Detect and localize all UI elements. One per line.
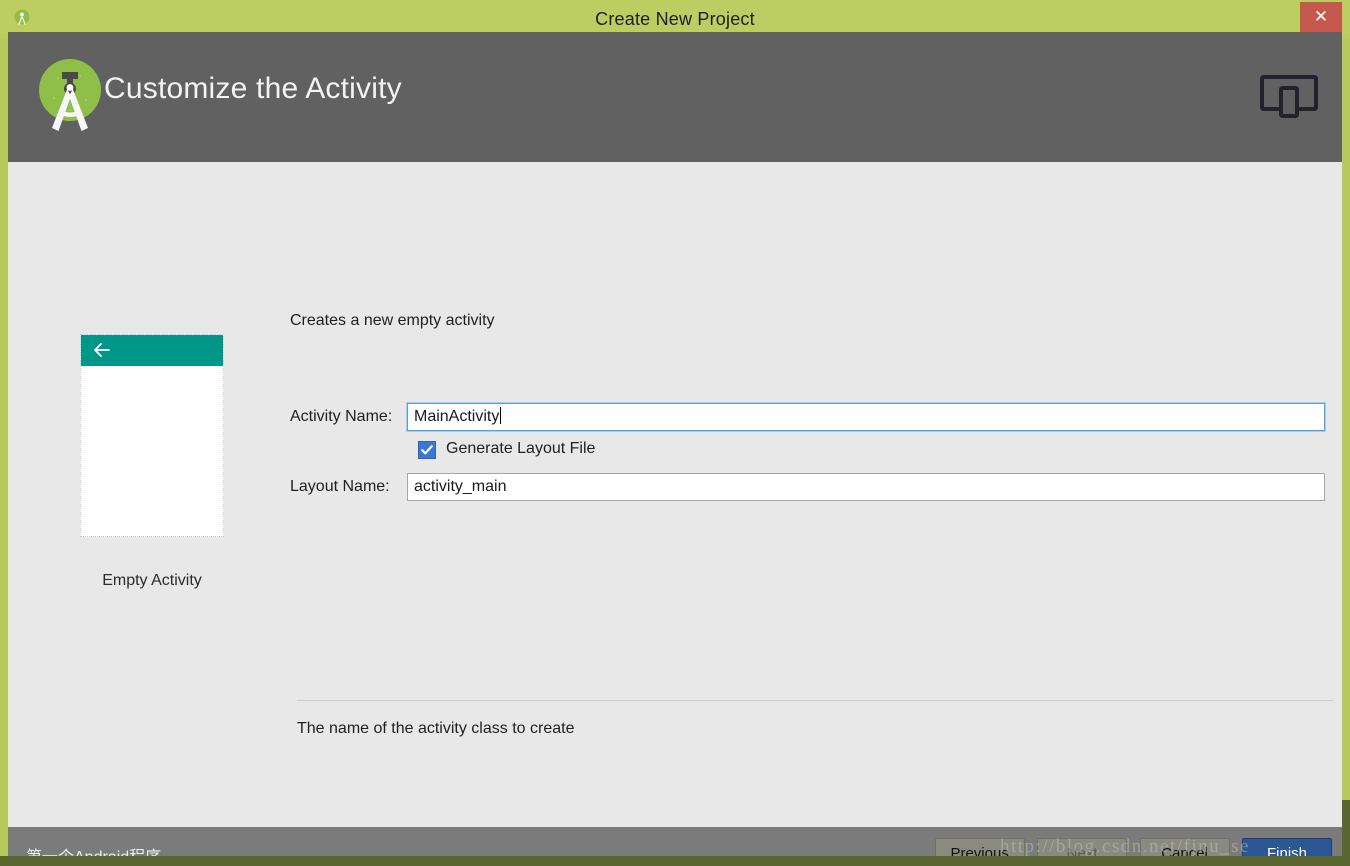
generate-layout-label: Generate Layout File <box>446 440 596 457</box>
layout-name-input[interactable]: activity_main <box>407 473 1325 501</box>
hint-separator <box>297 700 1334 701</box>
activity-name-label: Activity Name: <box>290 408 393 425</box>
empty-activity-preview[interactable] <box>80 334 224 537</box>
frame-right-edge <box>1342 800 1350 866</box>
hint-text: The name of the activity class to create <box>297 720 575 737</box>
previous-button[interactable]: Previous <box>934 838 1025 857</box>
preview-appbar <box>81 335 223 366</box>
layout-name-label: Layout Name: <box>290 478 390 495</box>
wizard-footer: 第一个Android程序 Previous Next Cancel Finish <box>8 827 1342 857</box>
activity-name-value: MainActivity <box>414 408 500 425</box>
template-label: Empty Activity <box>102 572 202 589</box>
activity-name-input[interactable]: MainActivity <box>406 402 1326 432</box>
wizard-header: Customize the Activity <box>8 32 1342 162</box>
footer-buttons: Previous Next Cancel Finish <box>927 838 1332 857</box>
create-new-project-window: Create New Project ✕ Customize the Activ… <box>0 0 1350 866</box>
footer-note: 第一个Android程序 <box>26 843 161 857</box>
text-caret <box>500 407 502 424</box>
arrow-left-icon <box>93 342 111 358</box>
generate-layout-checkbox[interactable] <box>418 441 436 459</box>
next-button[interactable]: Next <box>1037 838 1128 857</box>
page-title: Customize the Activity <box>104 72 402 105</box>
close-icon[interactable]: ✕ <box>1300 2 1342 32</box>
tablet-phone-icon <box>1258 65 1320 127</box>
finish-button[interactable]: Finish <box>1242 838 1332 857</box>
android-studio-logo <box>28 52 112 138</box>
template-description: Creates a new empty activity <box>290 312 495 329</box>
wizard-content: Empty Activity Creates a new empty activ… <box>8 162 1342 827</box>
wizard-dialog: Customize the Activity Empty Activity Cr… <box>8 32 1342 857</box>
cancel-button[interactable]: Cancel <box>1139 838 1230 857</box>
frame-bottom-edge <box>0 856 1350 866</box>
